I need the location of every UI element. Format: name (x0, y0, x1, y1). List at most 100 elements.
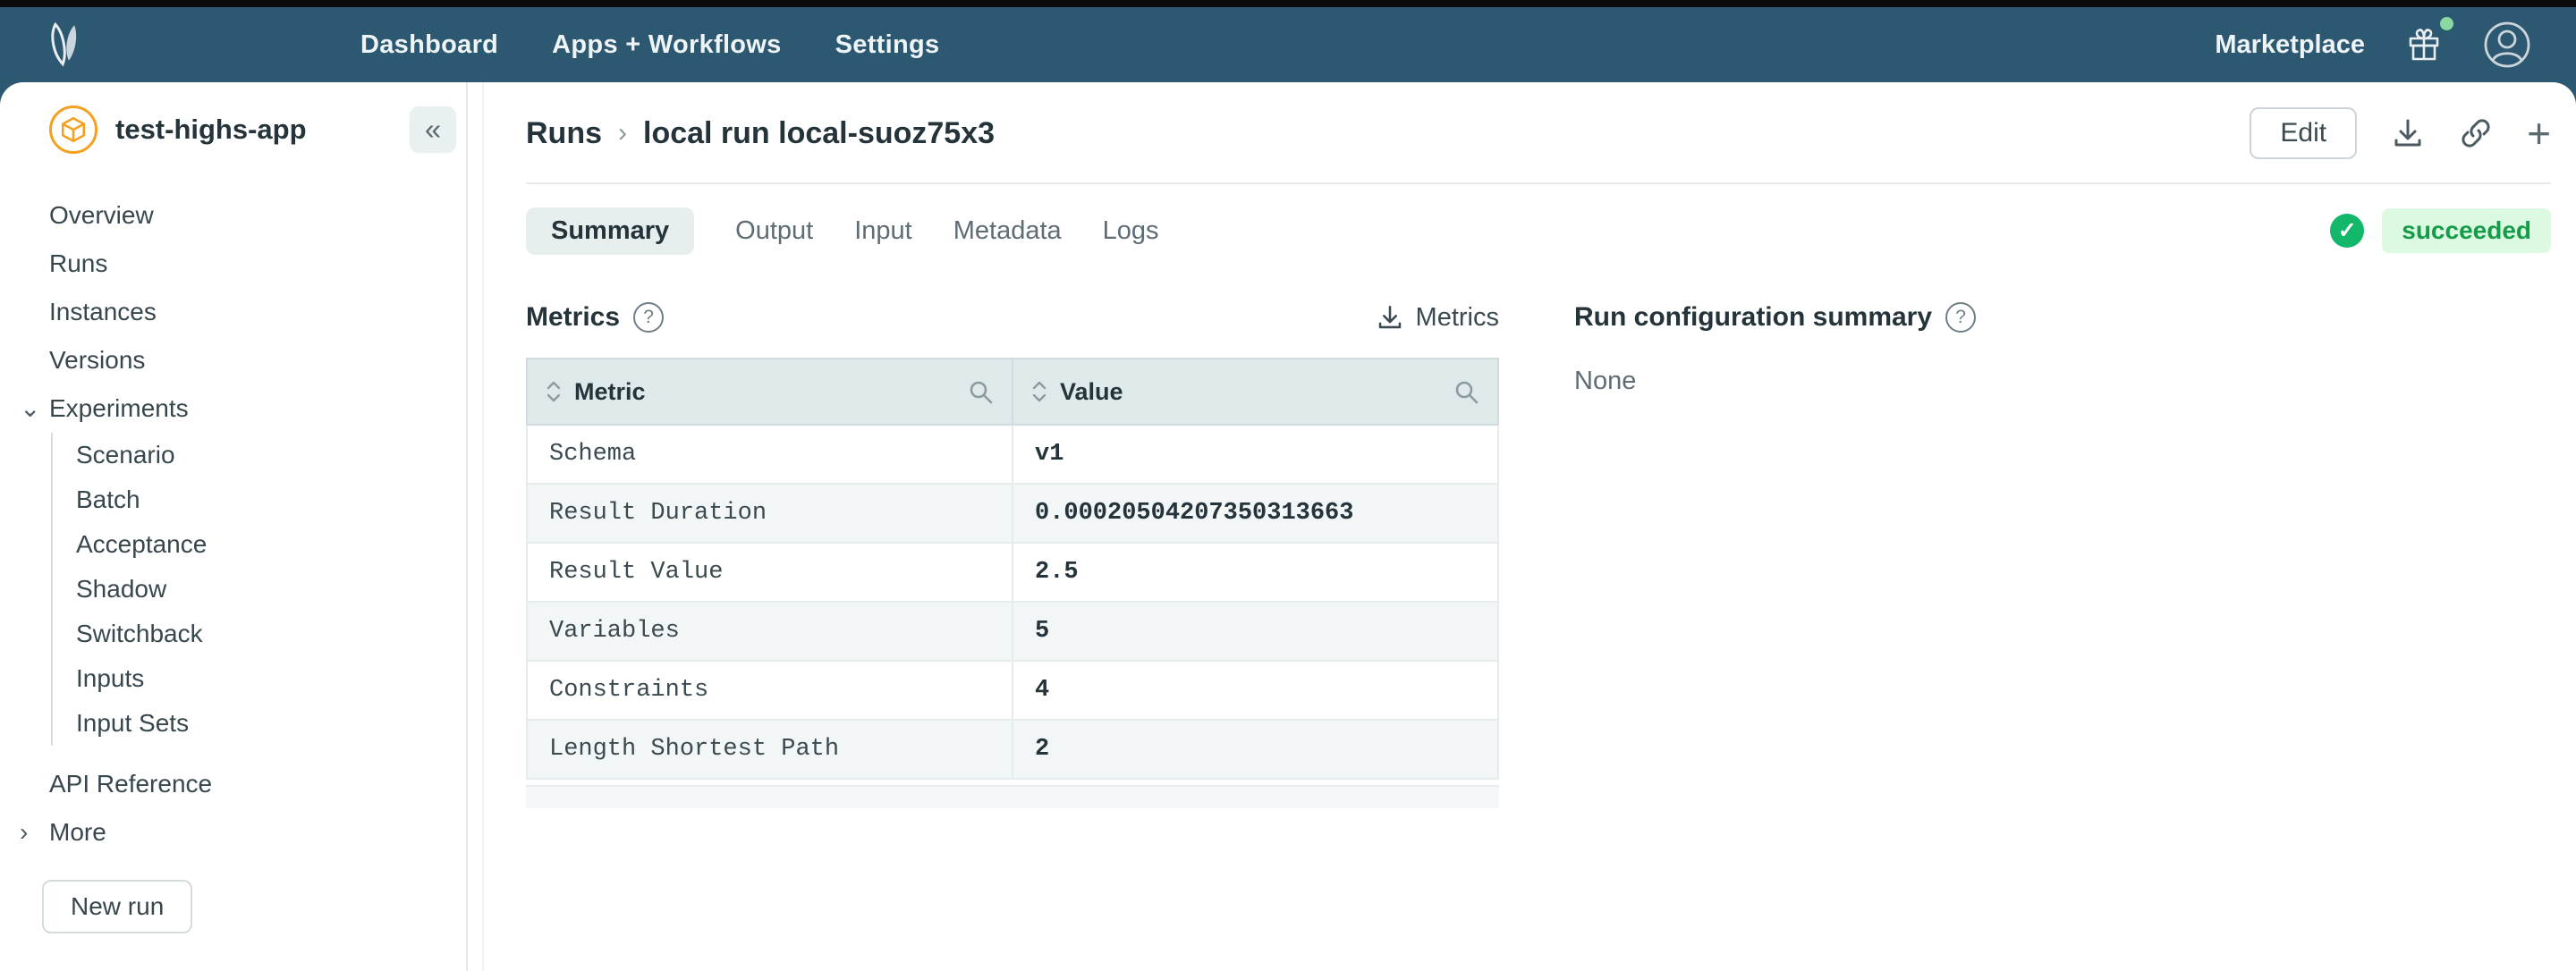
sidebar-item-overview[interactable]: Overview (0, 191, 466, 240)
sidebar-item-experiments[interactable]: ⌄ Experiments (0, 384, 466, 433)
table-row: Variables 5 (527, 602, 1498, 661)
tab-output[interactable]: Output (735, 216, 813, 246)
metrics-title: Metrics (526, 302, 620, 333)
new-run-button[interactable]: New run (42, 880, 192, 933)
metric-cell: Variables (527, 602, 1013, 661)
top-navbar: Dashboard Apps + Workflows Settings Mark… (0, 7, 2576, 82)
link-icon[interactable] (2459, 116, 2493, 150)
breadcrumb-separator-icon: › (618, 118, 627, 148)
tab-logs[interactable]: Logs (1103, 216, 1159, 246)
sidebar-item-label: Batch (76, 486, 140, 514)
download-icon[interactable] (2391, 116, 2425, 150)
content-sheet: test-highs-app « Overview Runs Instances… (0, 82, 2576, 971)
value-cell: 0.00020504207350313663 (1013, 484, 1498, 543)
table-row: Constraints 4 (527, 661, 1498, 720)
edit-button[interactable]: Edit (2250, 107, 2357, 159)
nav-link-dashboard[interactable]: Dashboard (360, 30, 498, 60)
column-header-value[interactable]: Value (1013, 359, 1498, 425)
metrics-table: Metric (526, 358, 1499, 780)
page-header: Runs › local run local-suoz75x3 Edit (526, 107, 2551, 159)
collapse-sidebar-icon[interactable]: « (410, 106, 456, 153)
avatar-icon[interactable] (2483, 21, 2531, 69)
download-metrics-link[interactable]: Metrics (1376, 303, 1499, 333)
sidebar-item-instances[interactable]: Instances (0, 288, 466, 336)
sidebar-item-more[interactable]: › More (0, 808, 466, 857)
tabs-row: Summary Output Input Metadata Logs ✓ suc… (526, 206, 2551, 256)
breadcrumb-current: local run local-suoz75x3 (643, 116, 995, 151)
main-content: Runs › local run local-suoz75x3 Edit (484, 82, 2576, 971)
breadcrumb-runs-link[interactable]: Runs (526, 116, 602, 151)
nav-link-settings[interactable]: Settings (835, 30, 940, 60)
value-cell: 2.5 (1013, 543, 1498, 602)
sidebar-item-label: Switchback (76, 620, 203, 648)
help-icon[interactable]: ? (1945, 302, 1976, 333)
metric-cell: Result Duration (527, 484, 1013, 543)
sidebar-item-label: API Reference (49, 770, 212, 798)
column-label: Value (1060, 378, 1123, 406)
header-actions: Edit + (2250, 107, 2551, 159)
metric-cell: Length Shortest Path (527, 720, 1013, 779)
value-cell: v1 (1013, 425, 1498, 484)
table-row: Schema v1 (527, 425, 1498, 484)
sidebar-item-scenario[interactable]: Scenario (53, 433, 466, 477)
experiments-submenu: Scenario Batch Acceptance Shadow Switchb… (51, 433, 466, 746)
search-icon[interactable] (1453, 378, 1479, 405)
value-cell: 4 (1013, 661, 1498, 720)
sidebar: test-highs-app « Overview Runs Instances… (0, 82, 468, 971)
sort-icon (546, 379, 562, 404)
metric-cell: Schema (527, 425, 1013, 484)
summary-content: Metrics ? Metrics (526, 300, 2551, 808)
tab-metadata[interactable]: Metadata (953, 216, 1062, 246)
sidebar-gutter (468, 82, 484, 971)
tab-summary[interactable]: Summary (526, 207, 694, 255)
run-config-section: Run configuration summary ? None (1574, 300, 2551, 808)
sidebar-item-label: Input Sets (76, 709, 189, 738)
tab-input[interactable]: Input (854, 216, 912, 246)
search-icon[interactable] (967, 378, 994, 405)
sidebar-item-api-reference[interactable]: API Reference (0, 760, 466, 808)
app-name: test-highs-app (115, 114, 410, 146)
sidebar-item-switchback[interactable]: Switchback (53, 612, 466, 656)
sidebar-item-shadow[interactable]: Shadow (53, 567, 466, 612)
status-badge: succeeded (2382, 208, 2551, 253)
run-tabs: Summary Output Input Metadata Logs (526, 207, 1159, 255)
nav-link-apps-workflows[interactable]: Apps + Workflows (552, 30, 781, 60)
nav-link-marketplace[interactable]: Marketplace (2215, 30, 2365, 60)
nav-right: Marketplace (2215, 21, 2531, 69)
sidebar-item-label: Instances (49, 298, 157, 326)
sidebar-item-versions[interactable]: Versions (0, 336, 466, 384)
help-icon[interactable]: ? (633, 302, 664, 333)
metrics-header: Metrics ? Metrics (526, 300, 1499, 334)
sidebar-item-label: Versions (49, 346, 145, 375)
sidebar-item-acceptance[interactable]: Acceptance (53, 522, 466, 567)
nextmv-logo-icon[interactable] (47, 22, 83, 67)
sidebar-menu: Overview Runs Instances Versions ⌄ Exper… (0, 191, 466, 933)
sidebar-item-label: Shadow (76, 575, 166, 604)
sidebar-item-inputs[interactable]: Inputs (53, 656, 466, 701)
screen-top-strip (0, 0, 2576, 7)
run-status: ✓ succeeded (2330, 208, 2551, 253)
column-header-metric[interactable]: Metric (527, 359, 1013, 425)
header-divider (526, 182, 2551, 184)
sidebar-item-label: More (49, 818, 106, 847)
app-cube-icon (49, 106, 97, 154)
table-row: Result Duration 0.00020504207350313663 (527, 484, 1498, 543)
run-config-title: Run configuration summary (1574, 302, 1932, 333)
plus-icon[interactable]: + (2527, 113, 2551, 154)
breadcrumb: Runs › local run local-suoz75x3 (526, 116, 995, 151)
table-row: Length Shortest Path 2 (527, 720, 1498, 779)
value-cell: 5 (1013, 602, 1498, 661)
nav-links: Dashboard Apps + Workflows Settings (360, 30, 939, 60)
sidebar-item-label: Scenario (76, 441, 175, 469)
metric-cell: Constraints (527, 661, 1013, 720)
sidebar-item-batch[interactable]: Batch (53, 477, 466, 522)
sidebar-item-label: Inputs (76, 664, 144, 693)
sidebar-item-label: Acceptance (76, 530, 207, 559)
run-config-header: Run configuration summary ? (1574, 300, 2551, 334)
gift-icon[interactable] (2404, 25, 2444, 64)
sidebar-item-input-sets[interactable]: Input Sets (53, 701, 466, 746)
sidebar-item-runs[interactable]: Runs (0, 240, 466, 288)
check-circle-icon: ✓ (2330, 214, 2364, 248)
table-row: Result Value 2.5 (527, 543, 1498, 602)
metrics-section: Metrics ? Metrics (526, 300, 1499, 808)
